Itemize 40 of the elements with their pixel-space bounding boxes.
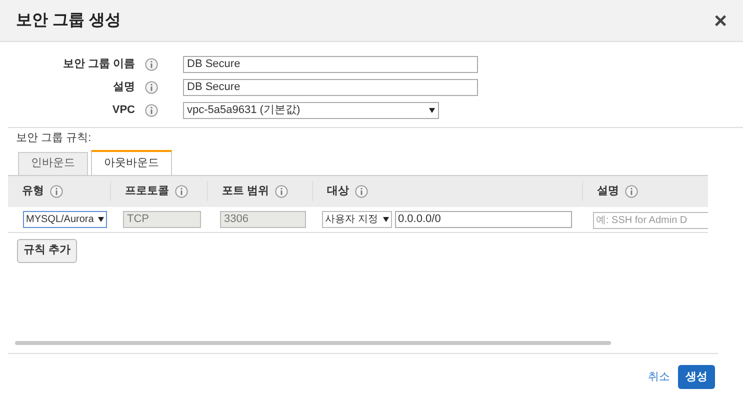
select-value: 사용자 지정 bbox=[325, 212, 378, 226]
cidr-field[interactable]: 0.0.0.0/0 bbox=[395, 210, 572, 228]
vpc-select[interactable]: vpc-5a5a9631 (기본값) bbox=[183, 102, 439, 118]
column-header: 대상 bbox=[327, 184, 349, 199]
info-icon[interactable] bbox=[50, 184, 63, 198]
select-value: vpc-5a5a9631 (기본값) bbox=[187, 102, 300, 118]
select-value: MYSQL/Aurora bbox=[26, 212, 94, 226]
caret-icon bbox=[98, 216, 104, 222]
column-header: 포트 범위 bbox=[222, 184, 270, 199]
column-header: 프로토콜 bbox=[125, 184, 169, 199]
info-icon[interactable] bbox=[625, 184, 638, 198]
close-button[interactable]: × bbox=[714, 10, 727, 32]
tab[interactable]: 인바운드 bbox=[18, 152, 88, 174]
field-label: 보안 그룹 이름 bbox=[62, 56, 135, 72]
source-select[interactable]: 사용자 지정 bbox=[322, 210, 392, 228]
dialog-title: 보안 그룹 생성 bbox=[16, 10, 121, 30]
info-icon[interactable] bbox=[145, 80, 158, 94]
column-header: 설명 bbox=[597, 184, 619, 199]
info-icon[interactable] bbox=[145, 58, 158, 70]
caret-icon bbox=[429, 108, 435, 112]
protocol-field: TCP bbox=[123, 210, 201, 228]
scrollbar[interactable] bbox=[15, 341, 611, 345]
field-label: VPC bbox=[111, 102, 135, 118]
text-field[interactable]: DB Secure bbox=[183, 56, 478, 72]
add-rule-button[interactable]: 규칙 추가 bbox=[17, 238, 77, 262]
tab[interactable]: 아웃바운드 bbox=[91, 150, 172, 174]
info-icon[interactable] bbox=[145, 104, 158, 116]
cancel-link[interactable]: 취소 bbox=[648, 368, 670, 386]
rules-label: 보안 그룹 규칙: bbox=[16, 131, 92, 146]
type-select[interactable]: MYSQL/Aurora bbox=[23, 210, 107, 228]
info-icon[interactable] bbox=[175, 184, 188, 198]
field-label: 설명 bbox=[112, 80, 135, 95]
create-button[interactable]: 생성 bbox=[678, 365, 715, 389]
info-icon[interactable] bbox=[275, 184, 288, 198]
column-header: 유형 bbox=[22, 184, 44, 199]
info-icon[interactable] bbox=[355, 184, 368, 198]
caret-icon bbox=[383, 216, 389, 222]
text-field[interactable]: DB Secure bbox=[183, 78, 478, 96]
port-field: 3306 bbox=[220, 210, 306, 228]
description-field[interactable]: 예: SSH for Admin D bbox=[593, 212, 708, 229]
